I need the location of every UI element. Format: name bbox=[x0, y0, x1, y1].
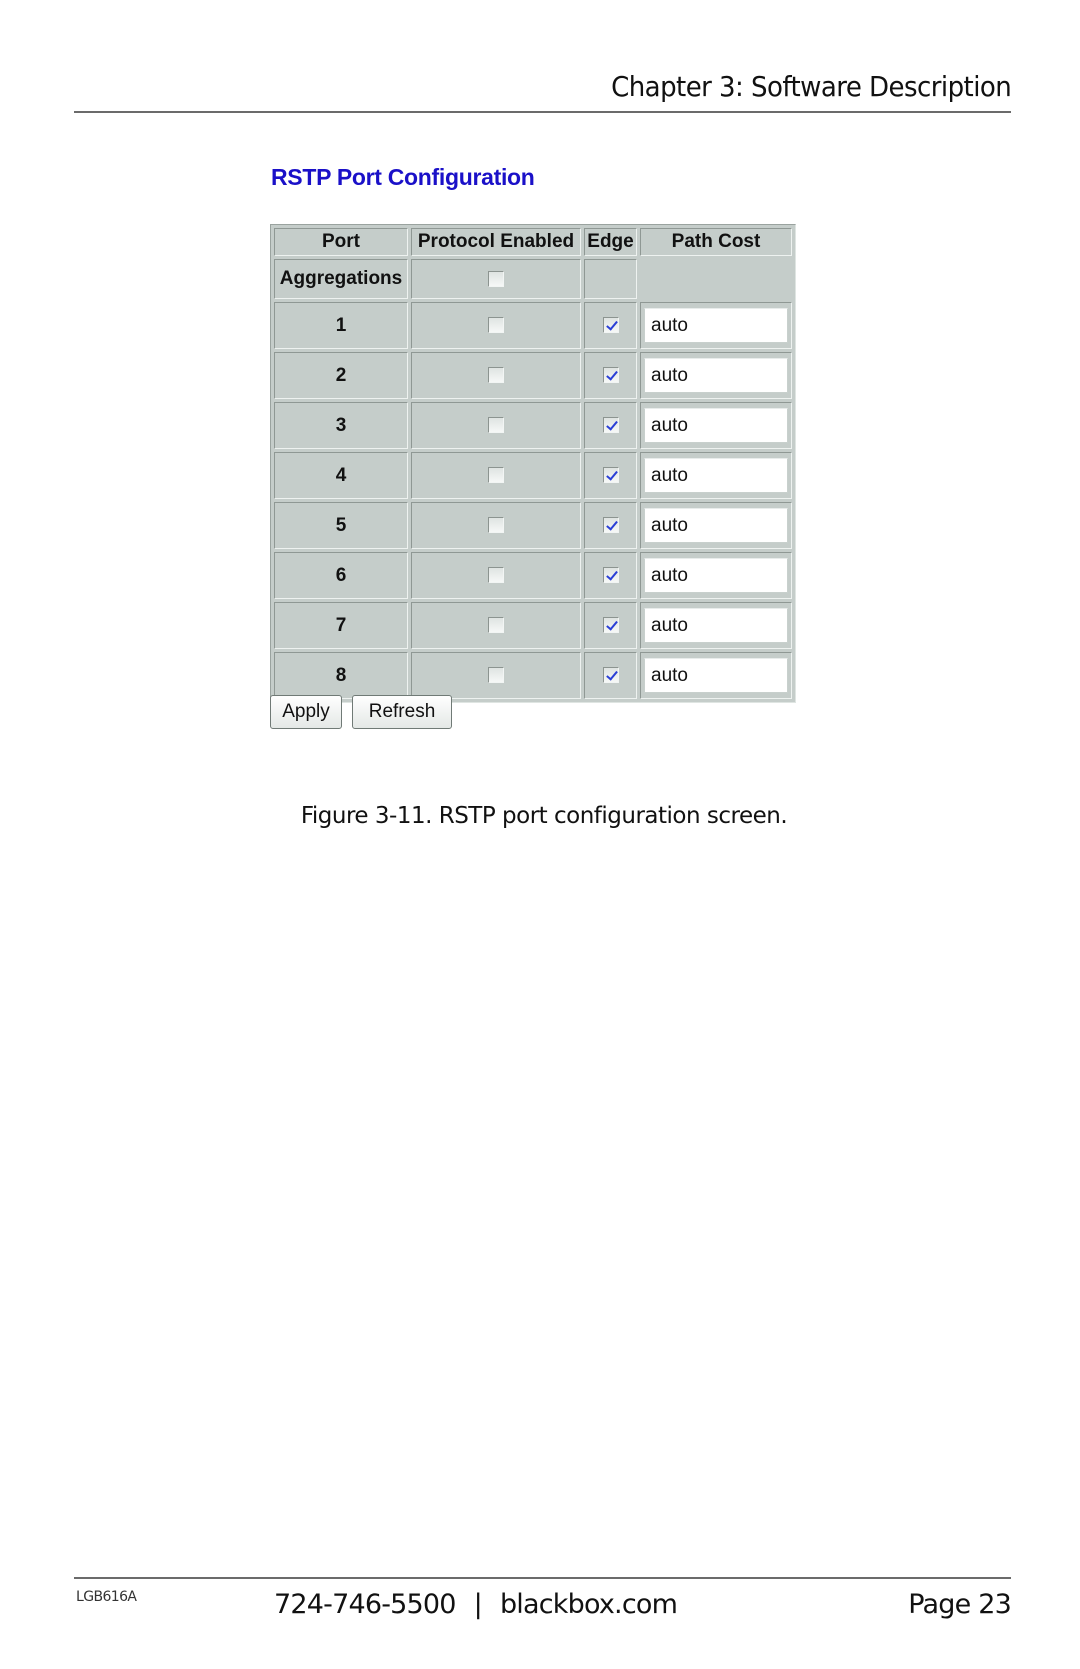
aggregations-protocol-enabled-checkbox[interactable] bbox=[488, 270, 504, 287]
edge-cell bbox=[584, 452, 637, 499]
path-cost-input[interactable]: auto bbox=[644, 508, 788, 543]
column-header-edge: Edge bbox=[584, 228, 637, 256]
column-header-path-cost: Path Cost bbox=[640, 228, 792, 256]
table-row: 4 auto bbox=[274, 452, 792, 499]
edge-cell bbox=[584, 302, 637, 349]
protocol-cell bbox=[411, 402, 581, 449]
port-number: 5 bbox=[274, 502, 408, 549]
document-code: LGB616A bbox=[76, 1589, 137, 1605]
edge-cell bbox=[584, 402, 637, 449]
aggregations-row: Aggregations bbox=[274, 259, 792, 299]
table-row: 6 auto bbox=[274, 552, 792, 599]
aggregations-path-cost-cell bbox=[640, 259, 792, 299]
path-cost-cell: auto bbox=[640, 602, 792, 649]
phone-number: 724-746-5500 bbox=[274, 1589, 456, 1620]
path-cost-cell: auto bbox=[640, 452, 792, 499]
table-row: 1 auto bbox=[274, 302, 792, 349]
path-cost-input[interactable]: auto bbox=[644, 358, 788, 393]
path-cost-cell: auto bbox=[640, 402, 792, 449]
port-number: 4 bbox=[274, 452, 408, 499]
edge-cell bbox=[584, 552, 637, 599]
port-number: 7 bbox=[274, 602, 408, 649]
footer-divider bbox=[74, 1577, 1011, 1579]
protocol-cell bbox=[411, 352, 581, 399]
chapter-header: Chapter 3: Software Description bbox=[610, 70, 1012, 103]
path-cost-input[interactable]: auto bbox=[644, 458, 788, 493]
path-cost-input[interactable]: auto bbox=[644, 558, 788, 593]
port-number: 2 bbox=[274, 352, 408, 399]
path-cost-cell: auto bbox=[640, 302, 792, 349]
edge-checkbox[interactable] bbox=[602, 667, 619, 684]
table-row: 2 auto bbox=[274, 352, 792, 399]
protocol-cell bbox=[411, 552, 581, 599]
edge-cell bbox=[584, 652, 637, 699]
path-cost-input[interactable]: auto bbox=[644, 308, 788, 343]
page-number: Page 23 bbox=[908, 1589, 1012, 1620]
edge-checkbox[interactable] bbox=[602, 567, 619, 584]
refresh-button[interactable]: Refresh bbox=[352, 695, 452, 729]
protocol-enabled-checkbox[interactable] bbox=[488, 467, 504, 484]
table-row: 3 auto bbox=[274, 402, 792, 449]
path-cost-cell: auto bbox=[640, 352, 792, 399]
path-cost-input[interactable]: auto bbox=[644, 408, 788, 443]
protocol-enabled-checkbox[interactable] bbox=[488, 617, 504, 634]
protocol-cell bbox=[411, 602, 581, 649]
edge-checkbox[interactable] bbox=[602, 517, 619, 534]
table-header-row: Port Protocol Enabled Edge Path Cost bbox=[274, 228, 792, 256]
website-link[interactable]: blackbox.com bbox=[500, 1589, 678, 1620]
footer-contact: 724-746-5500 | blackbox.com bbox=[274, 1589, 678, 1620]
path-cost-cell: auto bbox=[640, 652, 792, 699]
aggregations-edge-cell bbox=[584, 259, 637, 299]
protocol-enabled-checkbox[interactable] bbox=[488, 317, 504, 334]
header-divider bbox=[74, 111, 1011, 113]
edge-cell bbox=[584, 502, 637, 549]
protocol-cell bbox=[411, 502, 581, 549]
table-row: 5 auto bbox=[274, 502, 792, 549]
screen-title: RSTP Port Configuration bbox=[271, 164, 535, 190]
aggregations-protocol-cell bbox=[411, 259, 581, 299]
protocol-enabled-checkbox[interactable] bbox=[488, 667, 504, 684]
port-number: 6 bbox=[274, 552, 408, 599]
protocol-enabled-checkbox[interactable] bbox=[488, 417, 504, 434]
protocol-enabled-checkbox[interactable] bbox=[488, 367, 504, 384]
apply-button[interactable]: Apply bbox=[270, 695, 342, 729]
edge-checkbox[interactable] bbox=[602, 317, 619, 334]
edge-checkbox[interactable] bbox=[602, 367, 619, 384]
path-cost-cell: auto bbox=[640, 502, 792, 549]
path-cost-cell: auto bbox=[640, 552, 792, 599]
edge-cell bbox=[584, 602, 637, 649]
port-number: 1 bbox=[274, 302, 408, 349]
table-row: 7 auto bbox=[274, 602, 792, 649]
column-header-port: Port bbox=[274, 228, 408, 256]
table-row: 8 auto bbox=[274, 652, 792, 699]
port-number: 3 bbox=[274, 402, 408, 449]
edge-cell bbox=[584, 352, 637, 399]
path-cost-input[interactable]: auto bbox=[644, 608, 788, 643]
edge-checkbox[interactable] bbox=[602, 467, 619, 484]
rstp-port-table: Port Protocol Enabled Edge Path Cost Agg… bbox=[270, 224, 796, 703]
protocol-cell bbox=[411, 652, 581, 699]
protocol-enabled-checkbox[interactable] bbox=[488, 567, 504, 584]
column-header-protocol-enabled: Protocol Enabled bbox=[411, 228, 581, 256]
protocol-cell bbox=[411, 302, 581, 349]
aggregations-label: Aggregations bbox=[274, 259, 408, 299]
port-number: 8 bbox=[274, 652, 408, 699]
path-cost-input[interactable]: auto bbox=[644, 658, 788, 693]
figure-caption: Figure 3-11. RSTP port configuration scr… bbox=[300, 803, 788, 829]
footer-separator: | bbox=[473, 1589, 483, 1620]
edge-checkbox[interactable] bbox=[602, 417, 619, 434]
protocol-enabled-checkbox[interactable] bbox=[488, 517, 504, 534]
protocol-cell bbox=[411, 452, 581, 499]
edge-checkbox[interactable] bbox=[602, 617, 619, 634]
